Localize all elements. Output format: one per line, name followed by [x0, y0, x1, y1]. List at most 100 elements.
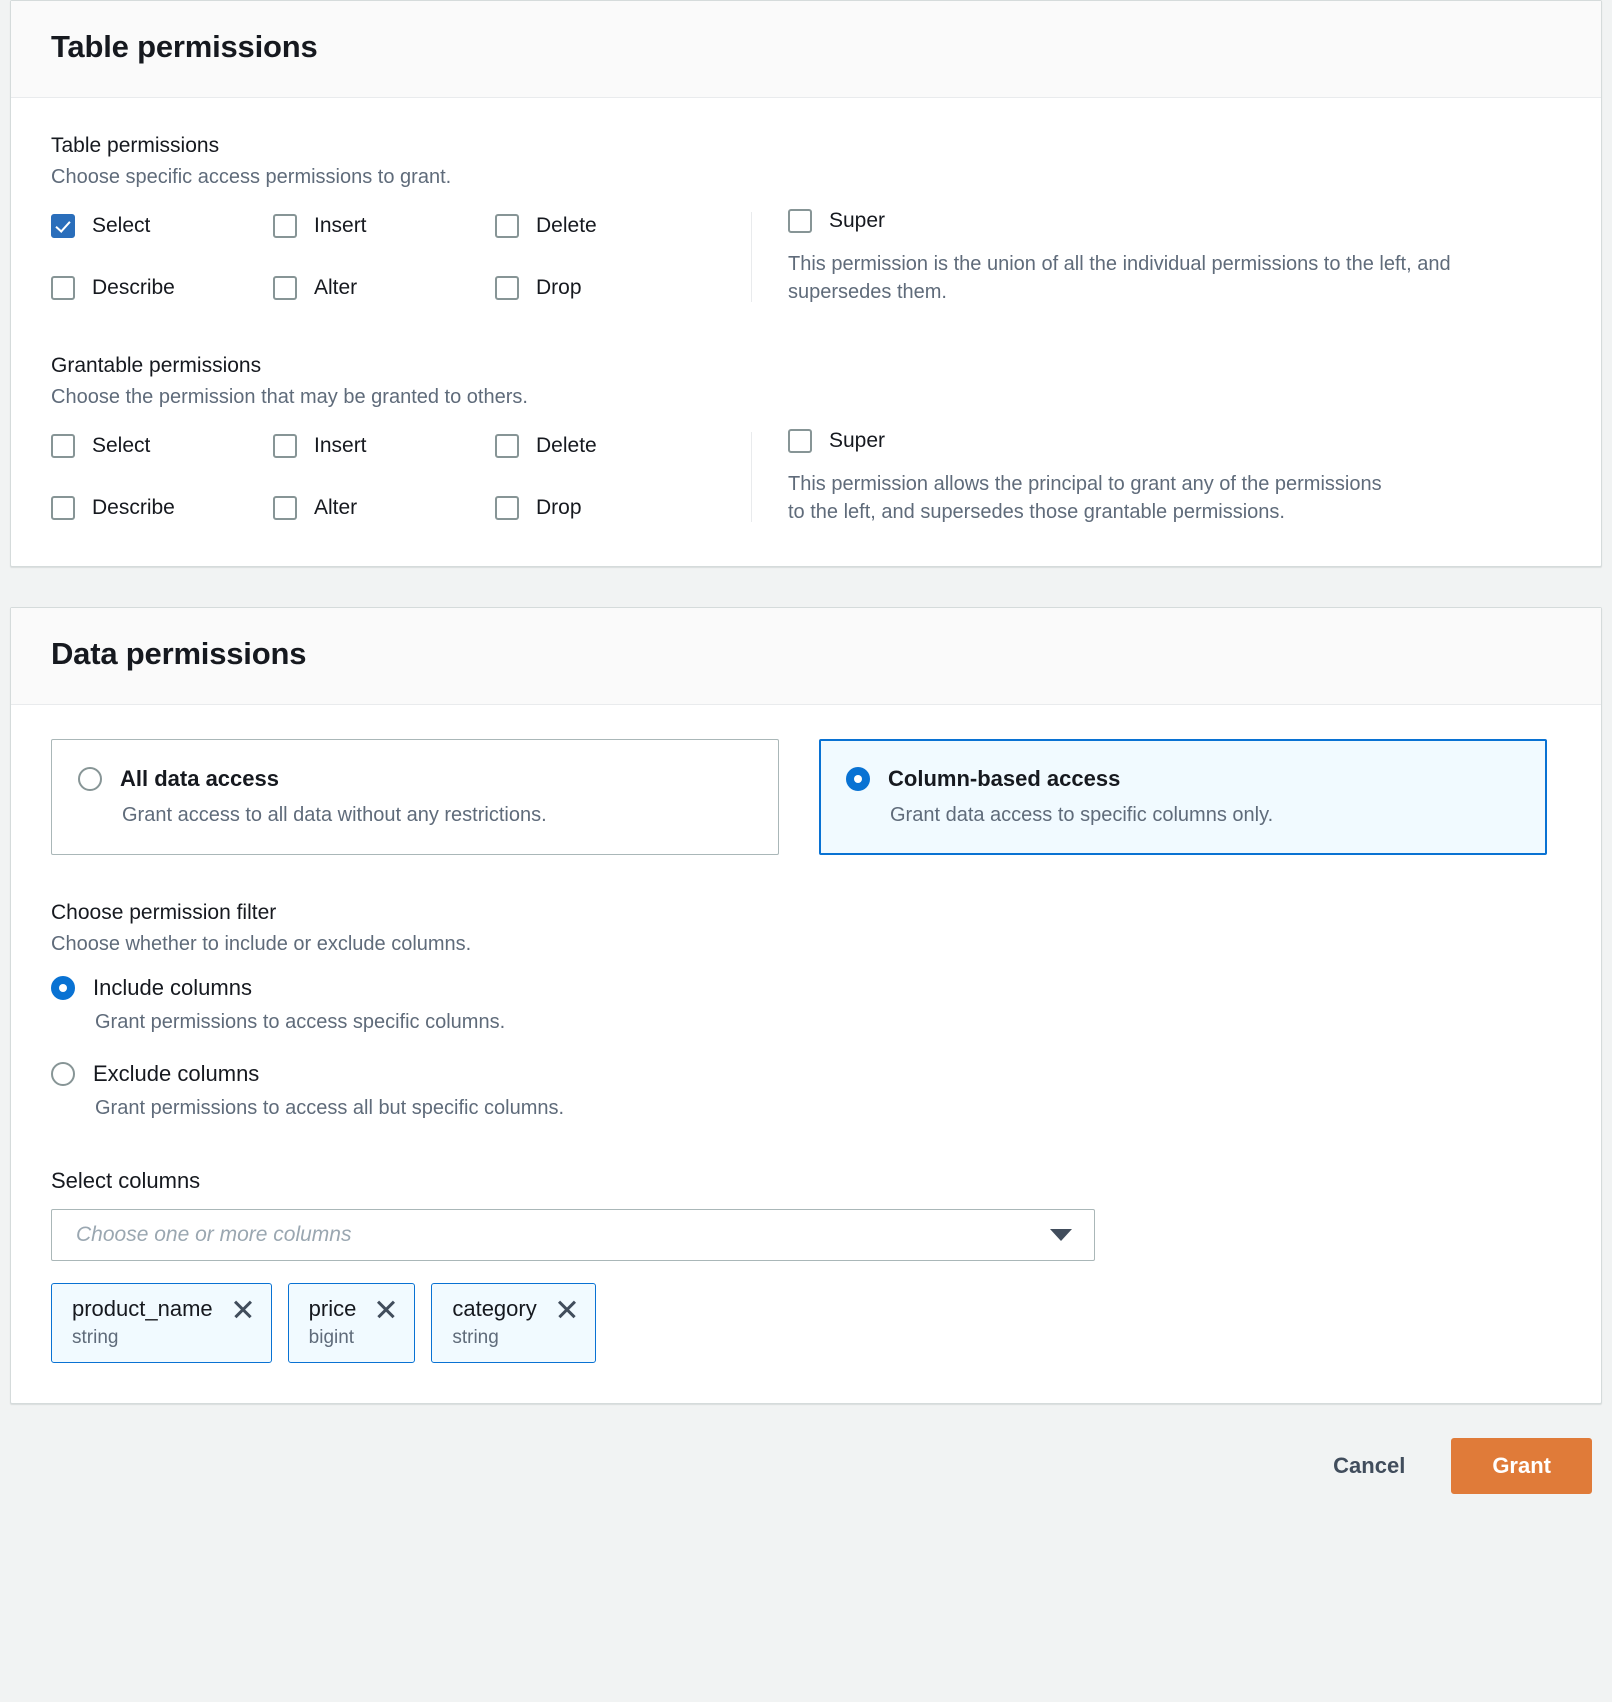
checkbox-label: Drop — [536, 495, 582, 521]
table-permissions-card: Table permissions Table permissions Choo… — [10, 0, 1602, 567]
checkbox-grantable-super[interactable]: Super — [788, 428, 1561, 454]
close-icon[interactable] — [374, 1297, 398, 1321]
data-permissions-card: Data permissions All data access Grant a… — [10, 607, 1602, 1404]
checkbox-label: Super — [829, 208, 885, 234]
checkbox-icon[interactable] — [495, 214, 519, 238]
page-title: Table permissions — [51, 27, 1561, 67]
checkbox-grantable-drop[interactable]: Drop — [495, 490, 751, 526]
form-actions: Cancel Grant — [10, 1404, 1602, 1494]
checkbox-icon[interactable] — [495, 434, 519, 458]
checkbox-grantable-insert[interactable]: Insert — [273, 428, 495, 464]
table-permissions-header: Table permissions — [11, 1, 1601, 98]
data-permissions-body: All data access Grant access to all data… — [11, 705, 1601, 1403]
grant-button[interactable]: Grant — [1451, 1438, 1592, 1494]
table-permissions-label: Table permissions — [51, 132, 1561, 160]
checkbox-grantable-describe[interactable]: Describe — [51, 490, 273, 526]
permission-filter-radio-group: Include columns Grant permissions to acc… — [51, 975, 1561, 1121]
checkbox-label: Describe — [92, 275, 175, 301]
checkbox-table-select[interactable]: Select — [51, 208, 273, 244]
tile-header: All data access — [78, 766, 752, 792]
checkbox-label: Delete — [536, 213, 597, 239]
grantable-permissions-description: Choose the permission that may be grante… — [51, 384, 1561, 410]
checkbox-label: Describe — [92, 495, 175, 521]
checkbox-label: Select — [92, 433, 150, 459]
checkbox-icon[interactable] — [273, 276, 297, 300]
checkbox-icon[interactable] — [273, 214, 297, 238]
select-columns-label: Select columns — [51, 1167, 1561, 1195]
tile-title: All data access — [120, 766, 279, 792]
checkbox-label: Alter — [314, 275, 357, 301]
select-columns-placeholder: Choose one or more columns — [76, 1223, 1050, 1247]
grant-permissions-page: Table permissions Table permissions Choo… — [0, 0, 1612, 1702]
spacer — [51, 306, 1561, 352]
table-permissions-group: Select Insert Delete Describe — [51, 208, 1561, 306]
radio-description: Grant permissions to access all but spec… — [95, 1095, 1561, 1121]
table-permissions-body: Table permissions Choose specific access… — [11, 98, 1601, 566]
radio-description: Grant permissions to access specific col… — [95, 1009, 1561, 1035]
checkbox-label: Insert — [314, 213, 367, 239]
radio-icon[interactable] — [846, 767, 870, 791]
checkbox-icon[interactable] — [788, 429, 812, 453]
chip-type: bigint — [309, 1326, 399, 1350]
table-permissions-checkbox-grid: Select Insert Delete Describe — [51, 208, 751, 306]
checkbox-table-delete[interactable]: Delete — [495, 208, 751, 244]
checkbox-label: Drop — [536, 275, 582, 301]
checkbox-icon[interactable] — [495, 276, 519, 300]
radio-include-columns[interactable]: Include columns Grant permissions to acc… — [51, 975, 1561, 1035]
checkbox-table-super[interactable]: Super — [788, 208, 1561, 234]
chevron-down-icon[interactable] — [1050, 1229, 1072, 1241]
checkbox-table-insert[interactable]: Insert — [273, 208, 495, 244]
column-chip-product-name[interactable]: product_name string — [51, 1283, 272, 1363]
column-chip-price[interactable]: price bigint — [288, 1283, 416, 1363]
tile-title: Column-based access — [888, 766, 1120, 792]
checkbox-icon[interactable] — [51, 496, 75, 520]
tile-column-based-access[interactable]: Column-based access Grant data access to… — [819, 739, 1547, 855]
close-icon[interactable] — [555, 1297, 579, 1321]
table-permissions-description: Choose specific access permissions to gr… — [51, 164, 1561, 190]
radio-icon[interactable] — [78, 767, 102, 791]
checkbox-label: Super — [829, 428, 885, 454]
checkbox-icon[interactable] — [51, 276, 75, 300]
close-icon[interactable] — [231, 1297, 255, 1321]
card-spacer — [10, 567, 1602, 607]
checkbox-table-alter[interactable]: Alter — [273, 270, 495, 306]
table-permissions-super-help: This permission is the union of all the … — [788, 250, 1468, 306]
cancel-button[interactable]: Cancel — [1315, 1441, 1423, 1491]
chip-label: category — [452, 1296, 536, 1322]
grantable-permissions-label: Grantable permissions — [51, 352, 1561, 380]
permission-filter-description: Choose whether to include or exclude col… — [51, 931, 1561, 957]
data-permissions-title: Data permissions — [51, 634, 1561, 674]
chip-type: string — [452, 1326, 578, 1350]
chip-top: price — [309, 1296, 399, 1322]
data-permissions-header: Data permissions — [11, 608, 1601, 705]
grantable-permissions-checkbox-grid: Select Insert Delete Describe — [51, 428, 751, 526]
radio-line: Exclude columns — [51, 1061, 1561, 1087]
radio-line: Include columns — [51, 975, 1561, 1001]
chip-label: product_name — [72, 1296, 213, 1322]
checkbox-grantable-select[interactable]: Select — [51, 428, 273, 464]
checkbox-grantable-delete[interactable]: Delete — [495, 428, 751, 464]
checkbox-table-describe[interactable]: Describe — [51, 270, 273, 306]
radio-icon[interactable] — [51, 976, 75, 1000]
checkbox-icon[interactable] — [788, 209, 812, 233]
checkbox-icon[interactable] — [51, 434, 75, 458]
checkbox-label: Insert — [314, 433, 367, 459]
checkbox-icon[interactable] — [51, 214, 75, 238]
column-chip-category[interactable]: category string — [431, 1283, 595, 1363]
select-columns-input[interactable]: Choose one or more columns — [51, 1209, 1095, 1261]
radio-exclude-columns[interactable]: Exclude columns Grant permissions to acc… — [51, 1061, 1561, 1121]
checkbox-label: Alter — [314, 495, 357, 521]
grantable-permissions-group: Select Insert Delete Describe — [51, 428, 1561, 526]
tile-description: Grant access to all data without any res… — [122, 802, 752, 828]
checkbox-icon[interactable] — [495, 496, 519, 520]
checkbox-grantable-alter[interactable]: Alter — [273, 490, 495, 526]
chip-top: product_name — [72, 1296, 255, 1322]
radio-icon[interactable] — [51, 1062, 75, 1086]
tile-all-data-access[interactable]: All data access Grant access to all data… — [51, 739, 779, 855]
checkbox-table-drop[interactable]: Drop — [495, 270, 751, 306]
checkbox-icon[interactable] — [273, 434, 297, 458]
grantable-permissions-super-group: Super This permission allows the princip… — [752, 428, 1561, 526]
chip-label: price — [309, 1296, 357, 1322]
checkbox-icon[interactable] — [273, 496, 297, 520]
checkbox-label: Delete — [536, 433, 597, 459]
